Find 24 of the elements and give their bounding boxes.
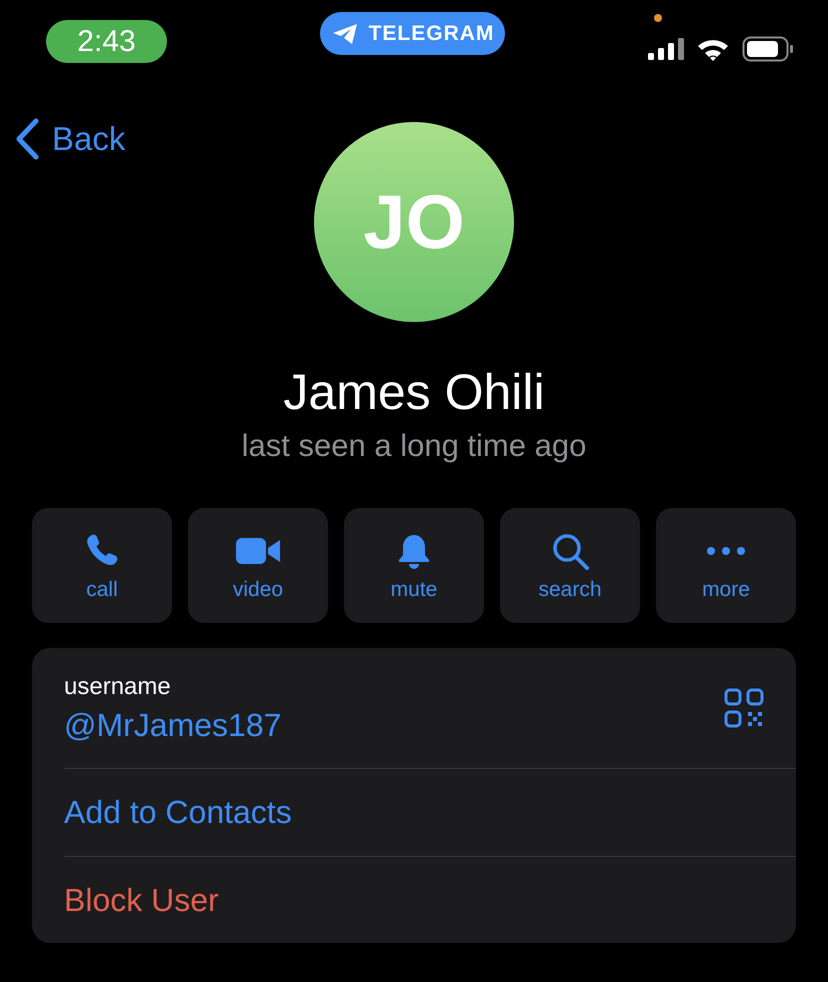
last-seen-text: last seen a long time ago	[242, 428, 586, 464]
app-pill[interactable]: TELEGRAM	[320, 12, 505, 55]
signal-icon	[648, 37, 684, 61]
privacy-dot-icon	[654, 14, 662, 22]
username-link[interactable]: @MrJames187	[64, 706, 724, 744]
username-label: username	[64, 672, 172, 700]
time-pill: 2:43	[46, 20, 167, 63]
more-icon	[707, 546, 745, 554]
search-icon	[551, 532, 589, 570]
add-contact-button[interactable]: Add to Contacts	[64, 794, 292, 831]
chevron-left-icon	[14, 118, 40, 160]
action-button[interactable]: mute	[344, 508, 484, 623]
block-user-button[interactable]: Block User	[64, 882, 219, 919]
contact-name: James Ohili	[283, 363, 545, 422]
action-button[interactable]: video	[188, 508, 328, 623]
back-button[interactable]: Back	[14, 118, 126, 160]
avatar: JO	[314, 122, 514, 322]
battery-icon	[742, 36, 794, 62]
qr-code-icon	[724, 688, 764, 728]
wifi-icon	[696, 37, 730, 61]
action-button[interactable]: call	[32, 508, 172, 623]
action-button[interactable]: more	[656, 508, 796, 623]
action-button[interactable]: search	[500, 508, 640, 623]
paper-plane-icon	[330, 22, 359, 46]
